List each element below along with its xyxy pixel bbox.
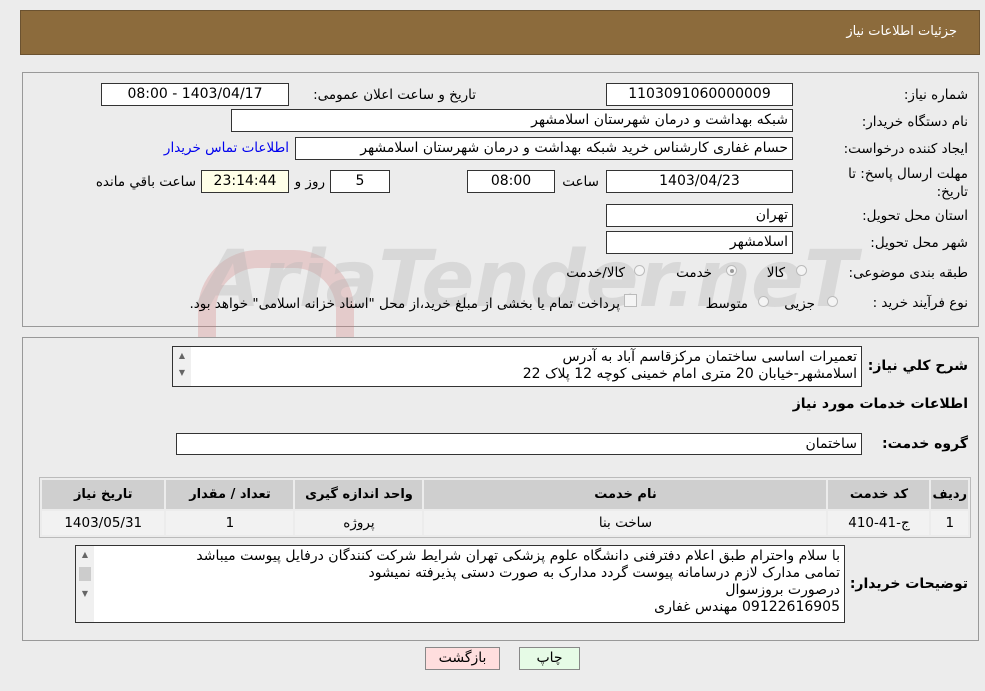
deadline-label: مهلت ارسال پاسخ: تا تاریخ: [848, 166, 968, 200]
time-label: ساعت [562, 174, 599, 190]
cell-date: 1403/05/31 [42, 511, 165, 535]
category-radio-service[interactable] [726, 265, 737, 276]
summary-label: شرح کلي نیاز: [867, 358, 968, 374]
service-group-field[interactable]: ساختمان [176, 433, 862, 455]
deadline-time-field[interactable]: 08:00 [467, 170, 555, 193]
process-label: نوع فرآیند خرید : [872, 295, 968, 311]
cell-name: ساخت بنا [424, 511, 827, 535]
table-header-row: ردیف کد خدمت نام خدمت واحد اندازه گیری ت… [42, 480, 968, 509]
process-option-medium: متوسط [705, 296, 748, 312]
summary-line: تعمیرات اساسی ساختمان مرکزقاسم آباد به آ… [562, 349, 857, 365]
col-name: نام خدمت [424, 480, 827, 509]
note-line: تمامی مدارک لازم درسامانه پیوست گردد مدا… [368, 565, 840, 581]
city-label: شهر محل تحویل: [870, 235, 968, 251]
category-radio-both[interactable] [634, 265, 645, 276]
buyer-field[interactable]: شبکه بهداشت و درمان شهرستان اسلامشهر [231, 109, 793, 132]
buyer-notes-textarea[interactable]: ▲ ▼ با سلام واحترام طبق اعلام دفترفنی دان… [75, 545, 845, 623]
province-label: استان محل تحویل: [862, 208, 968, 224]
col-qty: تعداد / مقدار [166, 480, 294, 509]
print-button[interactable]: چاپ [519, 647, 580, 670]
col-row: ردیف [931, 480, 968, 509]
need-number-field[interactable]: 1103091060000009 [606, 83, 793, 106]
page-header: جزئیات اطلاعات نیاز [20, 10, 980, 55]
service-group-label: گروه خدمت: [882, 436, 968, 452]
category-option-both: کالا/خدمت [566, 265, 625, 281]
announce-label: تاریخ و ساعت اعلان عمومی: [313, 87, 476, 103]
col-code: کد خدمت [828, 480, 930, 509]
category-radio-goods[interactable] [796, 265, 807, 276]
need-number-label: شماره نیاز: [903, 87, 968, 103]
creator-field[interactable]: حسام غفاری کارشناس خرید شبکه بهداشت و در… [295, 137, 793, 160]
note-line: با سلام واحترام طبق اعلام دفترفنی دانشگا… [196, 548, 840, 564]
summary-scrollbar[interactable]: ▲ ▼ [173, 347, 191, 386]
cell-row: 1 [931, 511, 968, 535]
services-table: ردیف کد خدمت نام خدمت واحد اندازه گیری ت… [40, 478, 970, 537]
days-field[interactable]: 5 [330, 170, 390, 193]
days-label: روز و [294, 174, 325, 190]
category-label: طبقه بندی موضوعی: [848, 265, 968, 281]
category-option-service: خدمت [676, 265, 712, 281]
note-line: درصورت بروزسوال [725, 582, 840, 598]
summary-textarea[interactable]: ▲ ▼ تعمیرات اساسی ساختمان مرکزقاسم آباد ب… [172, 346, 862, 387]
remaining-label: ساعت باقي مانده [95, 174, 196, 190]
city-field[interactable]: اسلامشهر [606, 231, 793, 254]
page-title: جزئیات اطلاعات نیاز [846, 24, 957, 39]
table-row: 1 ج-41-410 ساخت بنا پروژه 1 1403/05/31 [42, 511, 968, 535]
announce-field[interactable]: 1403/04/17 - 08:00 [101, 83, 289, 106]
col-unit: واحد اندازه گیری [295, 480, 423, 509]
creator-label: ایجاد کننده درخواست: [843, 141, 968, 157]
services-table-wrap: ردیف کد خدمت نام خدمت واحد اندازه گیری ت… [39, 477, 971, 538]
process-radio-minor[interactable] [827, 296, 838, 307]
process-option-minor: جزیی [784, 296, 815, 312]
cell-qty: 1 [166, 511, 294, 535]
cell-code: ج-41-410 [828, 511, 930, 535]
process-radio-medium[interactable] [758, 296, 769, 307]
back-button[interactable]: بازگشت [425, 647, 500, 670]
province-field[interactable]: تهران [606, 204, 793, 227]
deadline-date-field[interactable]: 1403/04/23 [606, 170, 793, 193]
buyer-notes-scrollbar[interactable]: ▲ ▼ [76, 546, 94, 622]
category-option-goods: کالا [766, 265, 785, 281]
services-title: اطلاعات خدمات مورد نیاز [792, 396, 968, 412]
buyer-notes-label: توضیحات خریدار: [849, 576, 968, 592]
note-line: 09122616905 مهندس غفاری [654, 599, 840, 615]
payment-note: پرداخت تمام یا بخشی از مبلغ خرید،از محل … [189, 296, 620, 312]
cell-unit: پروژه [295, 511, 423, 535]
payment-checkbox[interactable] [624, 294, 637, 307]
col-date: تاریخ نیاز [42, 480, 165, 509]
buyer-label: نام دستگاه خریدار: [861, 114, 968, 130]
remaining-time-field: 23:14:44 [201, 170, 289, 193]
summary-line: اسلامشهر-خیابان 20 متری امام خمینی کوچه … [522, 366, 857, 382]
buyer-contact-link[interactable]: اطلاعات تماس خریدار [164, 140, 289, 156]
